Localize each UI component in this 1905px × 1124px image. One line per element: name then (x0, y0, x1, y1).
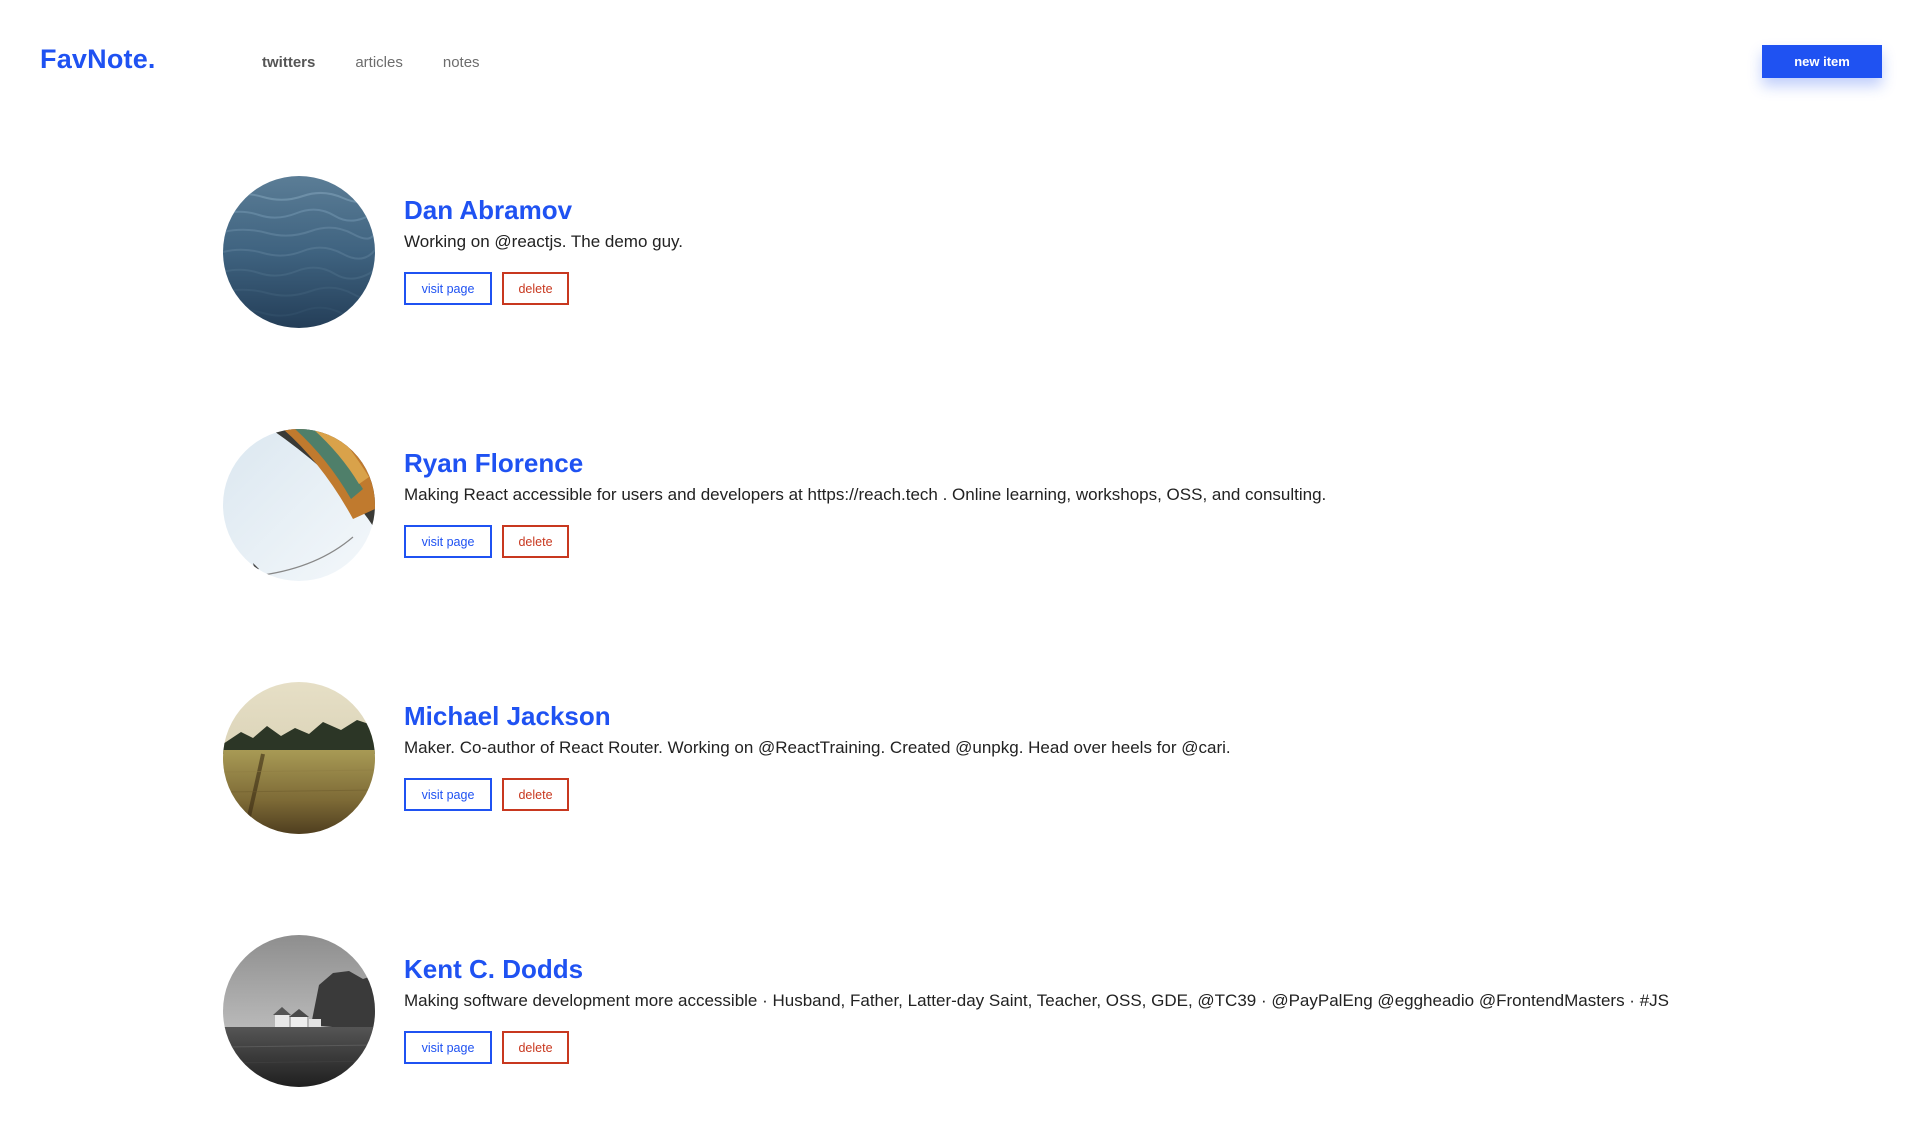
item-bio: Making React accessible for users and de… (404, 485, 1327, 504)
item-content: Dan Abramov Working on @reactjs. The dem… (404, 194, 1804, 305)
item-content: Ryan Florence Making React accessible fo… (404, 447, 1804, 558)
visit-page-button[interactable]: visit page (404, 778, 492, 811)
ocean-water-photo (223, 176, 375, 328)
nav-item-articles[interactable]: articles (355, 54, 403, 71)
item-name: Kent C. Dodds (404, 954, 584, 984)
item-actions: visit page delete (404, 778, 1804, 811)
new-item-button[interactable]: new item (1762, 45, 1882, 78)
avatar (223, 176, 375, 328)
item-bio: Making software development more accessi… (404, 991, 1669, 1010)
item-name: Ryan Florence (404, 448, 584, 478)
delete-button[interactable]: delete (502, 778, 569, 811)
avatar (223, 429, 375, 581)
header: FavNote. twitters articles notes new ite… (0, 0, 1905, 120)
visit-page-button[interactable]: visit page (404, 1031, 492, 1064)
visit-page-button[interactable]: visit page (404, 272, 492, 305)
item-bio: Working on @reactjs. The demo guy. (404, 232, 683, 251)
delete-button[interactable]: delete (502, 525, 569, 558)
avatar (223, 682, 375, 834)
list-item: Kent C. Dodds Making software developmen… (223, 935, 1843, 1087)
delete-button[interactable]: delete (502, 1031, 569, 1064)
main-nav: twitters articles notes (262, 54, 480, 71)
list-item: Dan Abramov Working on @reactjs. The dem… (223, 176, 1843, 328)
delete-button[interactable]: delete (502, 272, 569, 305)
list-item: Ryan Florence Making React accessible fo… (223, 429, 1843, 581)
item-content: Kent C. Dodds Making software developmen… (404, 953, 1804, 1064)
item-actions: visit page delete (404, 525, 1804, 558)
item-name: Michael Jackson (404, 701, 611, 731)
item-content: Michael Jackson Maker. Co-author of Reac… (404, 700, 1804, 811)
avatar (223, 935, 375, 1087)
item-actions: visit page delete (404, 1031, 1804, 1064)
nav-item-twitters[interactable]: twitters (262, 54, 315, 71)
item-actions: visit page delete (404, 272, 1804, 305)
meadow-field-photo (223, 682, 375, 834)
hot-air-balloon-photo (223, 429, 375, 581)
app-logo[interactable]: FavNote. (40, 44, 156, 75)
nav-item-notes[interactable]: notes (443, 54, 480, 71)
list-item: Michael Jackson Maker. Co-author of Reac… (223, 682, 1843, 834)
coastal-houses-photo (223, 935, 375, 1087)
item-bio: Maker. Co-author of React Router. Workin… (404, 738, 1231, 757)
visit-page-button[interactable]: visit page (404, 525, 492, 558)
item-name: Dan Abramov (404, 195, 573, 225)
